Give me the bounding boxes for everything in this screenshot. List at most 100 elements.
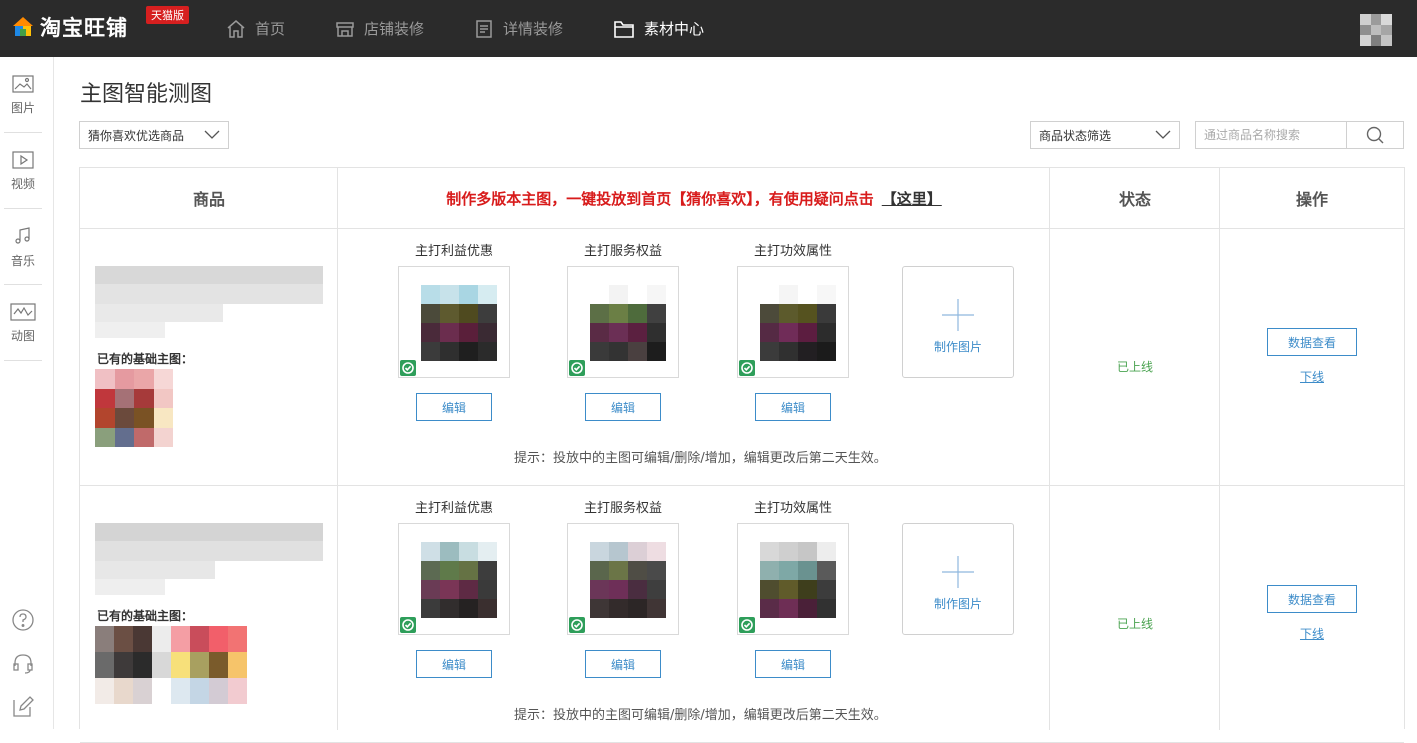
base-product-image [95,369,173,447]
version-label: 主打功效属性 [753,244,832,259]
music-icon [15,226,30,244]
home-icon [227,19,245,38]
avatar[interactable] [1360,14,1392,46]
video-icon [12,150,34,169]
product-table: 商品 制作多版本主图，一键投放到首页【猜你喜欢】，有使用疑问点击 【这里】 状态… [79,167,1405,743]
edit-button[interactable]: 编辑 [585,650,661,678]
selected-check-icon [400,617,416,633]
col-header-action: 操作 [1220,168,1404,229]
status-filter-value: 商品状态筛选 [1039,128,1112,143]
offline-link[interactable]: 下线 [1267,625,1357,642]
nav-material-center[interactable]: 素材中心 [613,18,704,39]
status-badge: 已上线 [1116,617,1153,631]
logo-text: 淘宝旺铺 [40,16,128,40]
selected-check-icon [739,360,755,376]
col-header-product: 商品 [80,168,338,229]
version-image[interactable] [567,523,679,635]
product-type-select-value: 猜你喜欢优选商品 [88,128,185,143]
base-image-label: 已有的基础主图： [97,609,194,623]
sidebar: 图片 视频 音乐 动图 [0,57,54,729]
edit-icon[interactable] [10,694,36,720]
hint-text: 提示：投放中的主图可编辑/删除/增加，编辑更改后第二天生效。 [514,708,887,723]
promo-banner: 制作多版本主图，一键投放到首页【猜你喜欢】，有使用疑问点击 【这里】 [338,168,1050,229]
folder-icon [614,20,634,38]
version-image[interactable] [567,266,679,378]
chevron-down-icon [1155,130,1171,139]
search-input[interactable] [1196,122,1346,148]
version-image[interactable] [398,523,510,635]
promo-help-link[interactable]: 【这里】 [882,188,942,209]
version-label: 主打利益优惠 [414,244,493,259]
nav-store-label: 店铺装修 [364,20,425,38]
nav-detail-label: 详情装修 [503,20,564,38]
nav-store-decoration[interactable]: 店铺装修 [335,18,424,39]
store-icon [336,21,354,37]
sidebar-item-label: 视频 [10,176,35,191]
logo-icon [12,16,34,38]
edit-button[interactable]: 编辑 [755,393,831,421]
top-bar: 淘宝旺铺 天猫版 首页 店铺装修 详情装修 素材中心 [0,0,1417,57]
version-label: 主打功效属性 [753,501,832,516]
offline-link[interactable]: 下线 [1267,368,1357,385]
product-type-select[interactable]: 猜你喜欢优选商品 [79,121,229,149]
view-data-button[interactable]: 数据查看 [1267,328,1357,356]
plus-icon [942,298,974,331]
nav-home[interactable]: 首页 [226,18,285,39]
base-image-label: 已有的基础主图： [97,352,194,366]
selected-check-icon [739,617,755,633]
version-image[interactable] [737,523,849,635]
selected-check-icon [400,360,416,376]
make-image-button[interactable]: 制作图片 [902,523,1014,635]
hint-text: 提示：投放中的主图可编辑/删除/增加，编辑更改后第二天生效。 [514,451,887,466]
status-filter-select[interactable]: 商品状态筛选 [1030,121,1180,149]
edit-button[interactable]: 编辑 [585,393,661,421]
plus-icon [942,555,974,588]
sidebar-item-music[interactable]: 音乐 [0,209,46,285]
selected-check-icon [569,360,585,376]
divider [4,360,42,361]
gif-icon [10,302,36,321]
edit-button[interactable]: 编辑 [416,393,492,421]
nav-home-label: 首页 [255,20,286,38]
product-title-blurred [95,523,323,597]
promo-text: 制作多版本主图，一键投放到首页【猜你喜欢】，有使用疑问点击 [446,189,874,208]
version-label: 主打利益优惠 [414,501,493,516]
sidebar-item-label: 音乐 [10,253,35,268]
sidebar-item-video[interactable]: 视频 [0,133,46,209]
product-title-blurred [95,266,323,340]
image-icon [12,74,34,93]
status-badge: 已上线 [1116,360,1153,374]
nav-material-label: 素材中心 [644,20,705,38]
page-title: 主图智能测图 [80,82,213,107]
edit-button[interactable]: 编辑 [755,650,831,678]
sidebar-item-label: 动图 [10,328,35,343]
make-image-label: 制作图片 [933,339,982,354]
search-icon [1366,126,1384,144]
version-label: 主打服务权益 [583,501,662,516]
sidebar-item-label: 图片 [10,100,35,115]
view-data-button[interactable]: 数据查看 [1267,585,1357,613]
search-box [1195,121,1404,149]
nav-detail-decoration[interactable]: 详情装修 [474,18,563,39]
make-image-label: 制作图片 [933,596,982,611]
chevron-down-icon [204,130,220,139]
search-button[interactable] [1346,122,1403,148]
edition-badge: 天猫版 [146,6,189,24]
help-icon[interactable] [10,607,36,633]
make-image-button[interactable]: 制作图片 [902,266,1014,378]
col-header-status: 状态 [1050,168,1220,229]
sidebar-item-gif[interactable]: 动图 [0,285,46,361]
edit-button[interactable]: 编辑 [416,650,492,678]
base-product-image [95,626,247,704]
version-image[interactable] [398,266,510,378]
selected-check-icon [569,617,585,633]
document-icon [476,19,492,38]
sidebar-item-image[interactable]: 图片 [0,57,46,133]
table-row: 已有的基础主图： 主打利益优惠 编辑 主打服务权益 编辑 主打功效属性 编辑 制… [80,229,1404,486]
version-label: 主打服务权益 [583,244,662,259]
headset-icon[interactable] [10,651,36,677]
version-image[interactable] [737,266,849,378]
table-row: 已有的基础主图： 主打利益优惠 编辑 主打服务权益 编辑 主打功效属性 编辑 制… [80,486,1404,743]
top-nav: 首页 店铺装修 详情装修 素材中心 [226,0,754,57]
logo[interactable]: 淘宝旺铺 [12,12,128,42]
